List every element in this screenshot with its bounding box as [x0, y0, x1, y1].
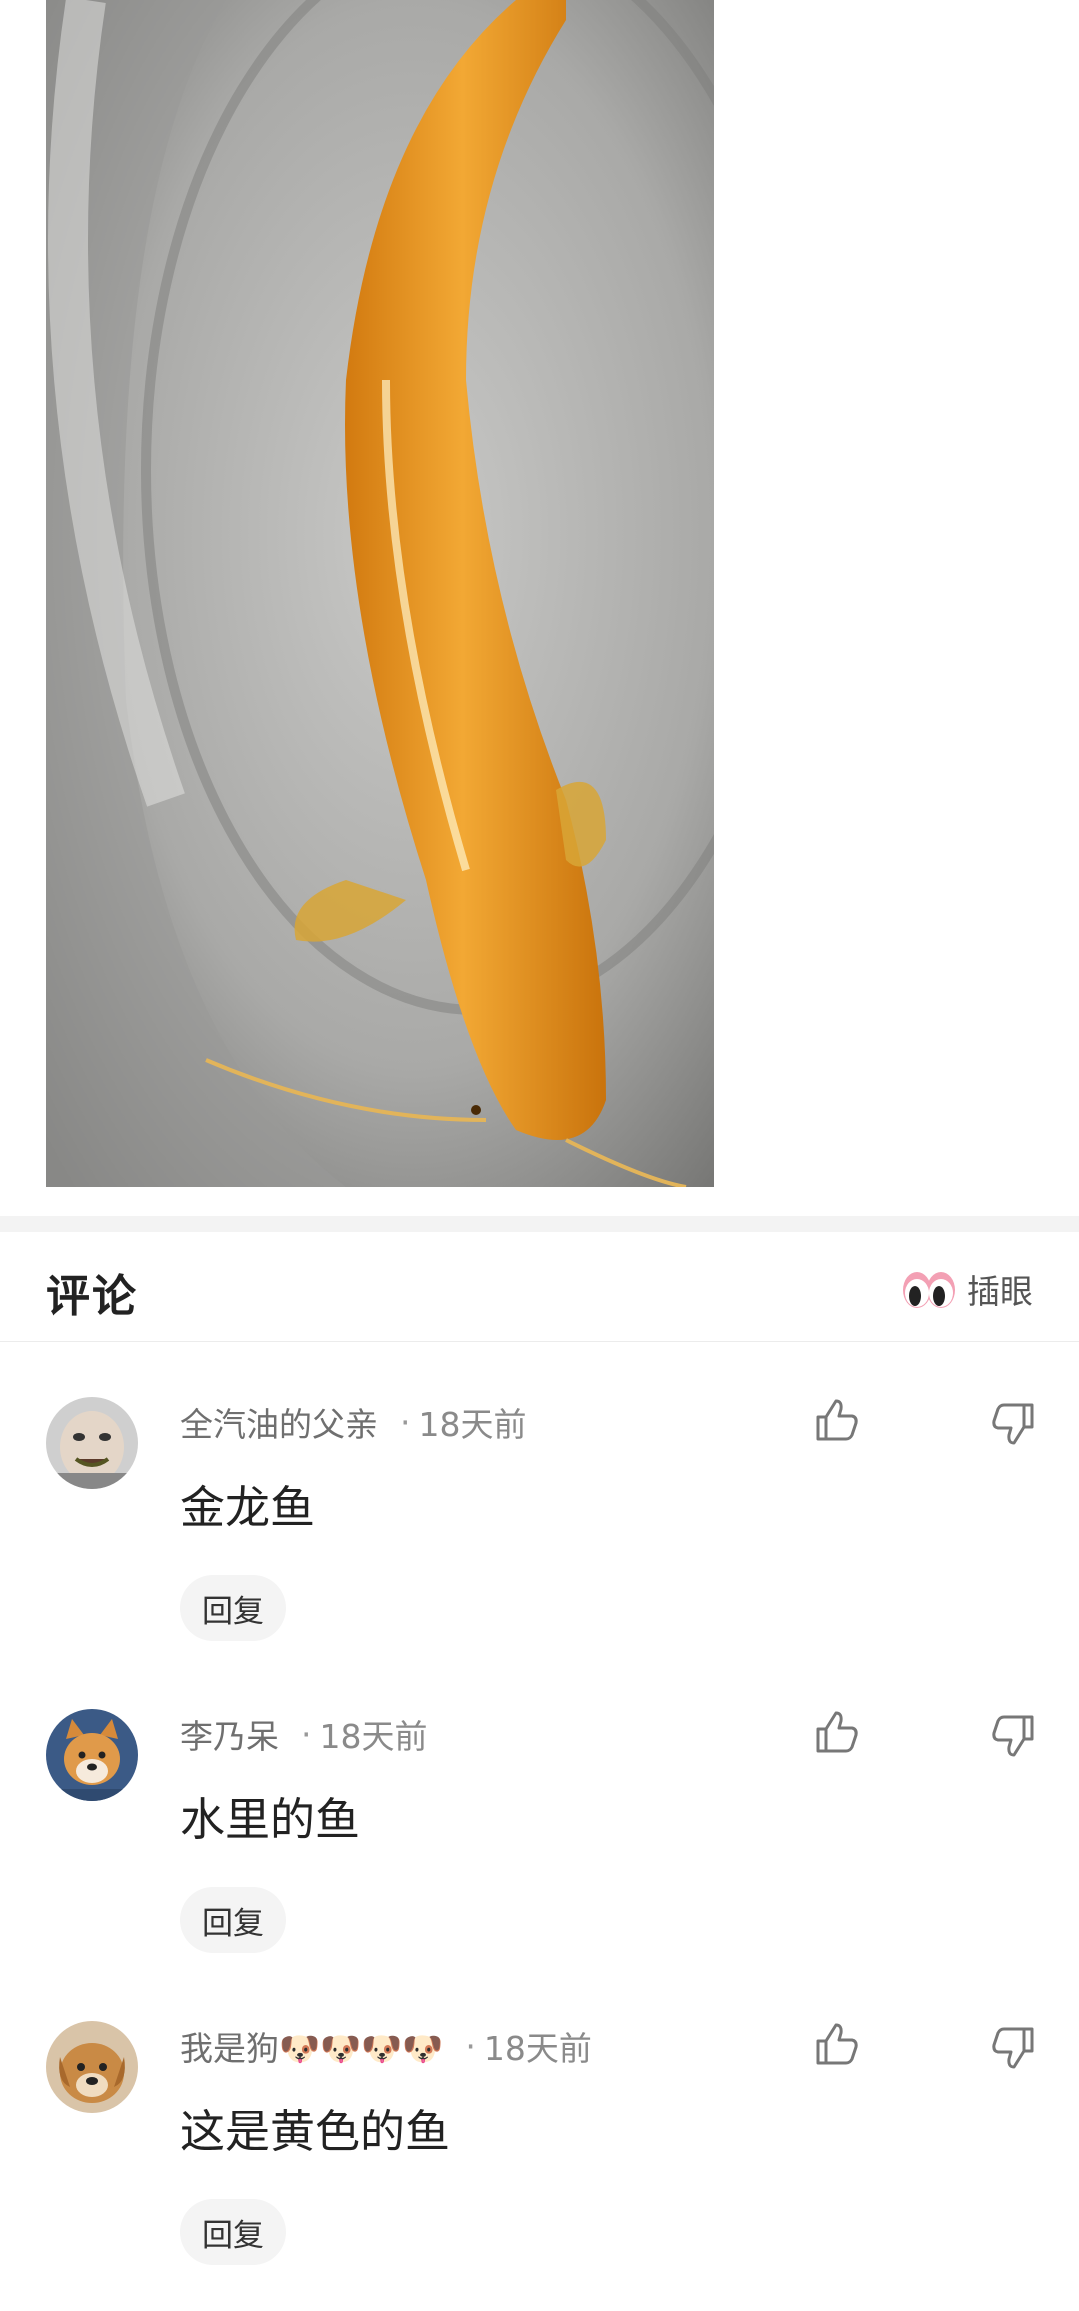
comment-item: 全汽油的父亲 · 18天前 金龙鱼 回复 [0, 1375, 1079, 1687]
separator-dot: · [400, 1402, 411, 1442]
avatar[interactable] [46, 2021, 138, 2113]
comment-text: 水里的鱼 [180, 1793, 361, 1846]
timestamp: 18天前 [483, 2029, 592, 2068]
interject-button[interactable]: 插眼 [901, 1264, 1033, 1314]
reply-button[interactable]: 回复 [180, 1887, 286, 1953]
username[interactable]: 我是狗🐶🐶🐶🐶 [180, 2022, 443, 2070]
dislike-icon[interactable] [988, 1399, 1038, 1449]
username[interactable]: 全汽油的父亲 [180, 1398, 378, 1446]
comment-text: 这是黄色的鱼 [180, 2105, 451, 2158]
comment-text: 金龙鱼 [180, 1481, 316, 1534]
like-icon[interactable] [812, 2019, 862, 2069]
dislike-icon[interactable] [988, 2023, 1038, 2073]
reply-button[interactable]: 回复 [180, 2199, 286, 2265]
comment-meta: 李乃呆 · 18天前 [180, 1711, 428, 1757]
section-divider [0, 1216, 1079, 1232]
eyes-icon [903, 1272, 955, 1308]
comment-meta: 我是狗🐶🐶🐶🐶 · 18天前 [180, 2023, 592, 2069]
username[interactable]: 李乃呆 [180, 1710, 279, 1758]
interject-label: 插眼 [967, 1272, 1033, 1311]
puppy-avatar [46, 2021, 138, 2113]
like-icon[interactable] [812, 1395, 862, 1445]
dislike-icon[interactable] [988, 1711, 1038, 1761]
face-avatar [46, 1397, 138, 1489]
like-icon[interactable] [812, 1707, 862, 1757]
comments-header: 评论 插眼 [0, 1232, 1079, 1342]
timestamp: 18天前 [418, 1405, 527, 1444]
golden-catfish-image [46, 0, 714, 1187]
reply-button[interactable]: 回复 [180, 1575, 286, 1641]
avatar[interactable] [46, 1709, 138, 1801]
comments-title: 评论 [46, 1271, 138, 1322]
shiba-dog-avatar [46, 1709, 138, 1801]
post-photo[interactable] [46, 0, 714, 1187]
separator-dot: · [465, 2026, 476, 2066]
timestamp: 18天前 [319, 1717, 428, 1756]
avatar[interactable] [46, 1397, 138, 1489]
comment-item: 我是狗🐶🐶🐶🐶 · 18天前 这是黄色的鱼 回复 [0, 1999, 1079, 2311]
comment-meta: 全汽油的父亲 · 18天前 [180, 1399, 527, 1445]
separator-dot: · [301, 1714, 312, 1754]
comment-item: 李乃呆 · 18天前 水里的鱼 回复 [0, 1687, 1079, 1999]
